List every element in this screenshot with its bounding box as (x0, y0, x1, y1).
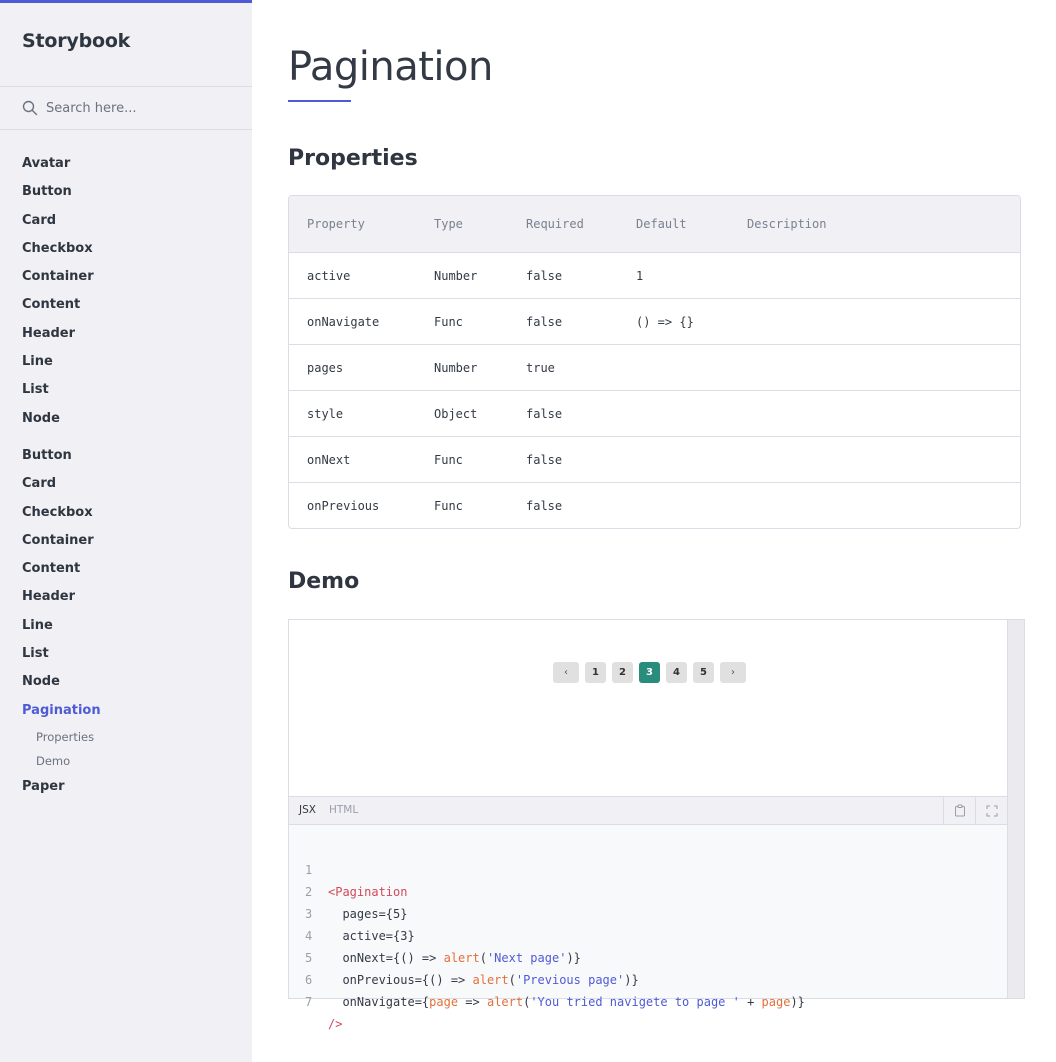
table-row: onPrevious Func false (289, 483, 1020, 528)
sidebar-item-node-2[interactable]: Node (0, 668, 252, 696)
sidebar-nav: Avatar Button Card Checkbox Container Co… (0, 150, 252, 801)
sidebar-item-header[interactable]: Header (0, 320, 252, 348)
sidebar-item-line[interactable]: Line (0, 348, 252, 376)
table-row: style Object false (289, 391, 1020, 437)
cell-type: Number (434, 268, 478, 283)
pagination-next-button[interactable]: › (720, 662, 746, 683)
tab-jsx[interactable]: JSX (299, 797, 316, 824)
properties-heading: Properties (288, 146, 418, 171)
column-header-type: Type (434, 217, 463, 231)
cell-property: onNavigate (307, 314, 380, 329)
cell-type: Number (434, 360, 478, 375)
cell-required: true (526, 360, 555, 375)
cell-property: onPrevious (307, 499, 380, 513)
cell-type: Func (434, 314, 463, 329)
pagination-page-3-current[interactable]: 3 (639, 662, 660, 683)
brand-title[interactable]: Storybook (22, 30, 130, 52)
sidebar-accent-bar (0, 0, 252, 3)
pagination-page-1[interactable]: 1 (585, 662, 606, 683)
tab-html[interactable]: HTML (329, 797, 358, 824)
cell-required: false (526, 499, 563, 513)
sidebar-item-node[interactable]: Node (0, 405, 252, 433)
sidebar-item-list-2[interactable]: List (0, 640, 252, 668)
sidebar-item-checkbox-2[interactable]: Checkbox (0, 499, 252, 527)
code-line: 4 onNext={() => alert('Next page')} (289, 903, 1008, 965)
cell-default: 1 (636, 268, 644, 283)
search-icon (22, 100, 38, 116)
cell-property: active (307, 268, 351, 283)
sidebar-item-avatar[interactable]: Avatar (0, 150, 252, 178)
code-toolbar: JSX HTML (289, 796, 1008, 825)
copy-button[interactable] (943, 797, 975, 824)
sidebar-item-card[interactable]: Card (0, 207, 252, 235)
sidebar-item-pagination[interactable]: Pagination (0, 697, 252, 725)
sidebar-item-container[interactable]: Container (0, 263, 252, 291)
sidebar-item-button-2[interactable]: Button (0, 442, 252, 470)
code-line: 6 onNavigate={page => alert('You tried n… (289, 947, 1008, 1009)
cell-type: Object (434, 406, 478, 421)
table-row: onNext Func false (289, 437, 1020, 483)
code-text: /> (328, 1017, 343, 1031)
code-line: 2 pages={5} (289, 859, 1008, 921)
cell-type: Func (434, 499, 463, 513)
sidebar-subitem-properties[interactable]: Properties (0, 725, 252, 749)
sidebar-item-list[interactable]: List (0, 376, 252, 404)
cell-property: pages (307, 360, 344, 375)
sidebar-item-content-2[interactable]: Content (0, 555, 252, 583)
nav-group-gap (0, 433, 252, 442)
demo-panel: ‹ 1 2 3 4 5 › JSX HTML 1 <Pagination 2 p… (288, 619, 1025, 1031)
code-line: 1 <Pagination (289, 837, 1008, 899)
sidebar: Storybook Avatar Button Card Checkbox Co… (0, 0, 252, 1062)
column-header-required: Required (526, 217, 584, 231)
pagination-prev-button[interactable]: ‹ (553, 662, 579, 683)
column-header-default: Default (636, 217, 687, 231)
title-underline (288, 100, 351, 102)
sidebar-item-line-2[interactable]: Line (0, 612, 252, 640)
properties-table: Property Type Required Default Descripti… (288, 195, 1021, 529)
column-header-property: Property (307, 217, 365, 231)
pagination-page-4[interactable]: 4 (666, 662, 687, 683)
demo-heading: Demo (288, 569, 360, 594)
column-header-description: Description (747, 217, 827, 231)
table-row: onNavigate Func false () => {} (289, 299, 1020, 345)
cell-required: false (526, 406, 563, 421)
code-line: 7 /> (289, 969, 1008, 1031)
expand-icon (986, 805, 997, 816)
table-row: pages Number true (289, 345, 1020, 391)
search-box[interactable] (0, 86, 252, 130)
cell-default: () => {} (636, 314, 694, 329)
search-input[interactable] (46, 98, 236, 118)
table-row: active Number false 1 (289, 253, 1020, 299)
sidebar-subitem-demo[interactable]: Demo (0, 749, 252, 773)
sidebar-item-card-2[interactable]: Card (0, 470, 252, 498)
sidebar-item-paper[interactable]: Paper (0, 773, 252, 801)
demo-scrollbar[interactable] (1007, 620, 1024, 998)
table-header-row: Property Type Required Default Descripti… (289, 196, 1020, 253)
line-number: 7 (305, 995, 313, 1009)
page-title: Pagination (288, 44, 493, 90)
cell-required: false (526, 268, 563, 283)
cell-property: onNext (307, 452, 351, 467)
sidebar-item-header-2[interactable]: Header (0, 583, 252, 611)
cell-type: Func (434, 452, 463, 467)
sidebar-item-checkbox[interactable]: Checkbox (0, 235, 252, 263)
pagination-page-2[interactable]: 2 (612, 662, 633, 683)
fullscreen-button[interactable] (975, 797, 1007, 824)
pagination-page-5[interactable]: 5 (693, 662, 714, 683)
code-line: 5 onPrevious={() => alert('Previous page… (289, 925, 1008, 987)
sidebar-item-container-2[interactable]: Container (0, 527, 252, 555)
clipboard-icon (954, 804, 965, 817)
code-block: 1 <Pagination 2 pages={5} 3 active={3} 4… (289, 825, 1008, 1031)
cell-required: false (526, 452, 563, 467)
sidebar-item-content[interactable]: Content (0, 291, 252, 319)
sidebar-item-button[interactable]: Button (0, 178, 252, 206)
code-line: 3 active={3} (289, 881, 1008, 943)
cell-property: style (307, 406, 344, 421)
cell-required: false (526, 314, 563, 329)
code-text: onNavigate={page => alert('You tried nav… (328, 995, 805, 1009)
